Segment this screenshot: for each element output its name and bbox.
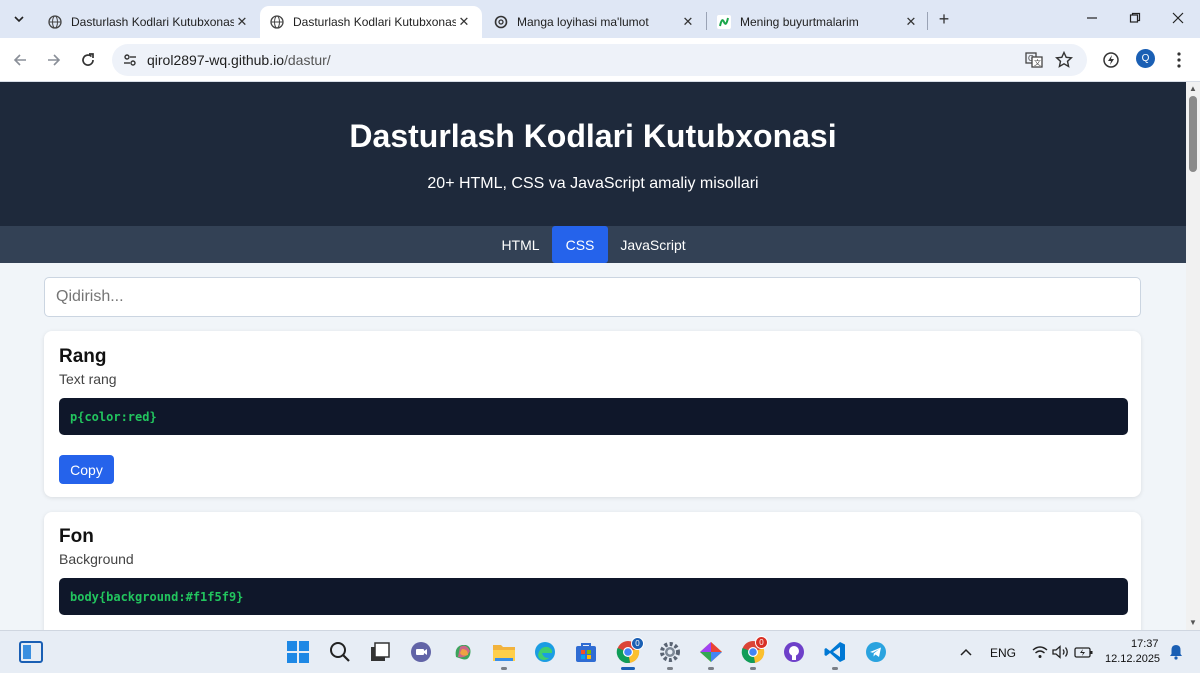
telegram-icon[interactable]: [863, 639, 889, 665]
url-host: qirol2897-wq.github.io: [147, 52, 284, 68]
active-indicator: [621, 667, 635, 670]
close-icon[interactable]: ✕: [456, 14, 472, 30]
page-header: Dasturlash Kodlari Kutubxonasi 20+ HTML,…: [0, 82, 1186, 226]
plus-icon: +: [938, 8, 950, 29]
back-button[interactable]: [8, 48, 32, 72]
tab-title: Dasturlash Kodlari Kutubxonasi: [71, 15, 234, 29]
minimize-button[interactable]: [1078, 6, 1106, 30]
running-indicator: [832, 667, 838, 670]
code-block: p{color:red}: [59, 398, 1128, 435]
browser-tab-4[interactable]: Mening buyurtmalarim ✕: [707, 6, 929, 38]
show-hidden-icons-chevron-up-icon[interactable]: [953, 639, 979, 665]
tab-divider: [927, 12, 928, 30]
browser-tab-1[interactable]: Dasturlash Kodlari Kutubxonasi ✕: [38, 6, 260, 38]
copy-button[interactable]: Copy: [59, 455, 114, 484]
running-indicator: [501, 667, 507, 670]
browser-tab-strip: Dasturlash Kodlari Kutubxonasi ✕ Dasturl…: [0, 0, 1200, 38]
teams-chat-icon[interactable]: [408, 639, 434, 665]
file-explorer-icon[interactable]: [491, 639, 517, 665]
settings-gear-icon[interactable]: [657, 639, 683, 665]
tab-title: Dasturlash Kodlari Kutubxonasi: [293, 15, 456, 29]
globe-icon: [48, 15, 62, 29]
tab-title: Manga loyihasi ma'lumot: [517, 15, 649, 29]
running-indicator: [708, 667, 714, 670]
scroll-down-icon[interactable]: ▼: [1189, 619, 1197, 627]
close-icon[interactable]: ✕: [903, 14, 919, 30]
category-nav: HTML CSS JavaScript: [0, 226, 1186, 263]
restore-button[interactable]: [1121, 6, 1149, 30]
openai-icon: [494, 15, 508, 29]
battery-icon[interactable]: [1071, 639, 1097, 665]
menu-kebab-icon[interactable]: [1168, 49, 1190, 71]
url-text: qirol2897-wq.github.io/dastur/: [147, 52, 331, 68]
copilot-icon[interactable]: [450, 639, 476, 665]
code-card: Fon Background body{background:#f1f5f9}: [44, 512, 1141, 630]
search-input[interactable]: [44, 277, 1141, 317]
tab-title: Mening buyurtmalarim: [740, 15, 859, 29]
code-card: Rang Text rang p{color:red} Copy: [44, 331, 1141, 497]
edge-icon[interactable]: [532, 639, 558, 665]
page-scrollbar[interactable]: ▲ ▼: [1186, 82, 1200, 630]
page-viewport: Dasturlash Kodlari Kutubxonasi 20+ HTML,…: [0, 82, 1186, 630]
scrollbar-thumb[interactable]: [1189, 96, 1197, 172]
clock-time[interactable]: 17:37: [1131, 638, 1159, 650]
close-icon[interactable]: ✕: [234, 14, 250, 30]
close-icon: [1172, 12, 1184, 24]
card-title: Rang: [59, 346, 107, 367]
globe-icon: [270, 15, 284, 29]
arrow-right-icon: [48, 54, 61, 66]
page-title: Dasturlash Kodlari Kutubxonasi: [349, 118, 837, 154]
running-indicator: [750, 667, 756, 670]
chrome-profile-badge: 0: [755, 636, 768, 649]
running-indicator: [667, 667, 673, 670]
bookmark-star-icon[interactable]: [1054, 50, 1074, 70]
card-description: Text rang: [59, 371, 117, 387]
browser-tab-2[interactable]: Dasturlash Kodlari Kutubxonasi ✕: [260, 6, 482, 38]
forward-button[interactable]: [42, 48, 66, 72]
start-windows-icon[interactable]: [285, 639, 311, 665]
chrome-badge: 0: [631, 637, 644, 650]
code-block: body{background:#f1f5f9}: [59, 578, 1128, 615]
restore-icon: [1129, 12, 1141, 23]
card-title: Fon: [59, 526, 94, 547]
category-tab-javascript[interactable]: JavaScript: [609, 226, 697, 263]
svg-text:文: 文: [1034, 58, 1041, 67]
browser-tab-3[interactable]: Manga loyihasi ma'lumot ✕: [484, 6, 706, 38]
task-view-icon[interactable]: [367, 639, 393, 665]
chevron-down-icon: [14, 16, 24, 23]
close-icon[interactable]: ✕: [680, 14, 696, 30]
widgets-icon[interactable]: [18, 639, 44, 665]
git-app-icon[interactable]: [698, 639, 724, 665]
uzum-icon: [717, 15, 731, 29]
browser-toolbar: qirol2897-wq.github.io/dastur/ G文: [0, 38, 1200, 82]
new-tab-button[interactable]: +: [933, 8, 955, 30]
notification-bell-icon[interactable]: [1163, 639, 1189, 665]
close-window-button[interactable]: [1164, 6, 1192, 30]
translate-icon[interactable]: G文: [1024, 50, 1044, 70]
windows-taskbar: 0 0 ENG 17:37 12.12.2025: [0, 630, 1200, 673]
minimize-icon: [1087, 17, 1097, 19]
performance-icon[interactable]: [1100, 49, 1122, 71]
clock-date[interactable]: 12.12.2025: [1105, 653, 1160, 665]
reload-icon: [82, 53, 94, 66]
card-description: Background: [59, 551, 134, 567]
url-path: /dastur/: [283, 52, 331, 68]
category-tab-css[interactable]: CSS: [552, 226, 608, 263]
language-indicator[interactable]: ENG: [990, 646, 1016, 660]
arrow-left-icon: [13, 54, 26, 66]
scroll-up-icon[interactable]: ▲: [1189, 85, 1197, 93]
store-icon[interactable]: [573, 639, 599, 665]
category-tab-html[interactable]: HTML: [490, 226, 551, 263]
vscode-icon[interactable]: [822, 639, 848, 665]
address-bar[interactable]: qirol2897-wq.github.io/dastur/ G文: [112, 44, 1087, 76]
search-icon[interactable]: [327, 639, 353, 665]
github-desktop-icon[interactable]: [781, 639, 807, 665]
reload-button[interactable]: [76, 48, 100, 72]
tab-search-button[interactable]: [7, 7, 31, 31]
page-subtitle: 20+ HTML, CSS va JavaScript amaliy misol…: [427, 175, 759, 192]
site-settings-icon[interactable]: [120, 50, 140, 70]
profile-avatar[interactable]: Q: [1136, 49, 1155, 68]
